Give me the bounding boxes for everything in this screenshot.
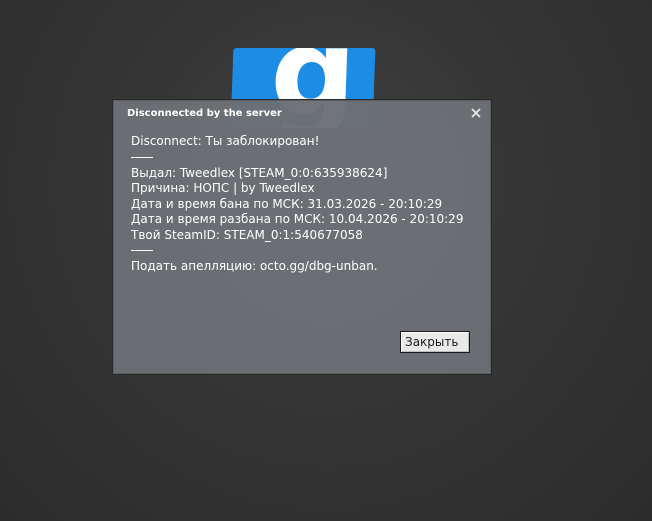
- close-button[interactable]: Закрыть: [400, 331, 470, 353]
- message-ban-datetime: Дата и время бана по МСК: 31.03.2026 - 2…: [131, 196, 443, 211]
- message-issued-by: Выдал: Tweedlex [STEAM_0:0:635938624]: [131, 165, 388, 180]
- message-headline: Disconnect: Ты заблокирован!: [131, 134, 320, 148]
- message-steam-id: Твой SteamID: STEAM_0:1:540677058: [131, 227, 363, 242]
- separator-bottom: [131, 250, 153, 251]
- disconnect-message: Disconnect: Ты заблокирован! Выдал: Twee…: [131, 134, 481, 275]
- dialog-title: Disconnected by the server: [127, 108, 282, 119]
- message-reason: Причина: НОПС | by Tweedlex: [131, 181, 315, 195]
- message-unban-datetime: Дата и время разбана по МСК: 10.04.2026 …: [131, 212, 464, 226]
- disconnect-dialog: Disconnected by the server Disconnect: Т…: [112, 99, 492, 375]
- close-icon[interactable]: [469, 106, 483, 120]
- separator-top: [131, 156, 153, 158]
- message-appeal: Подать апелляцию: octo.gg/dbg-unban.: [131, 259, 378, 273]
